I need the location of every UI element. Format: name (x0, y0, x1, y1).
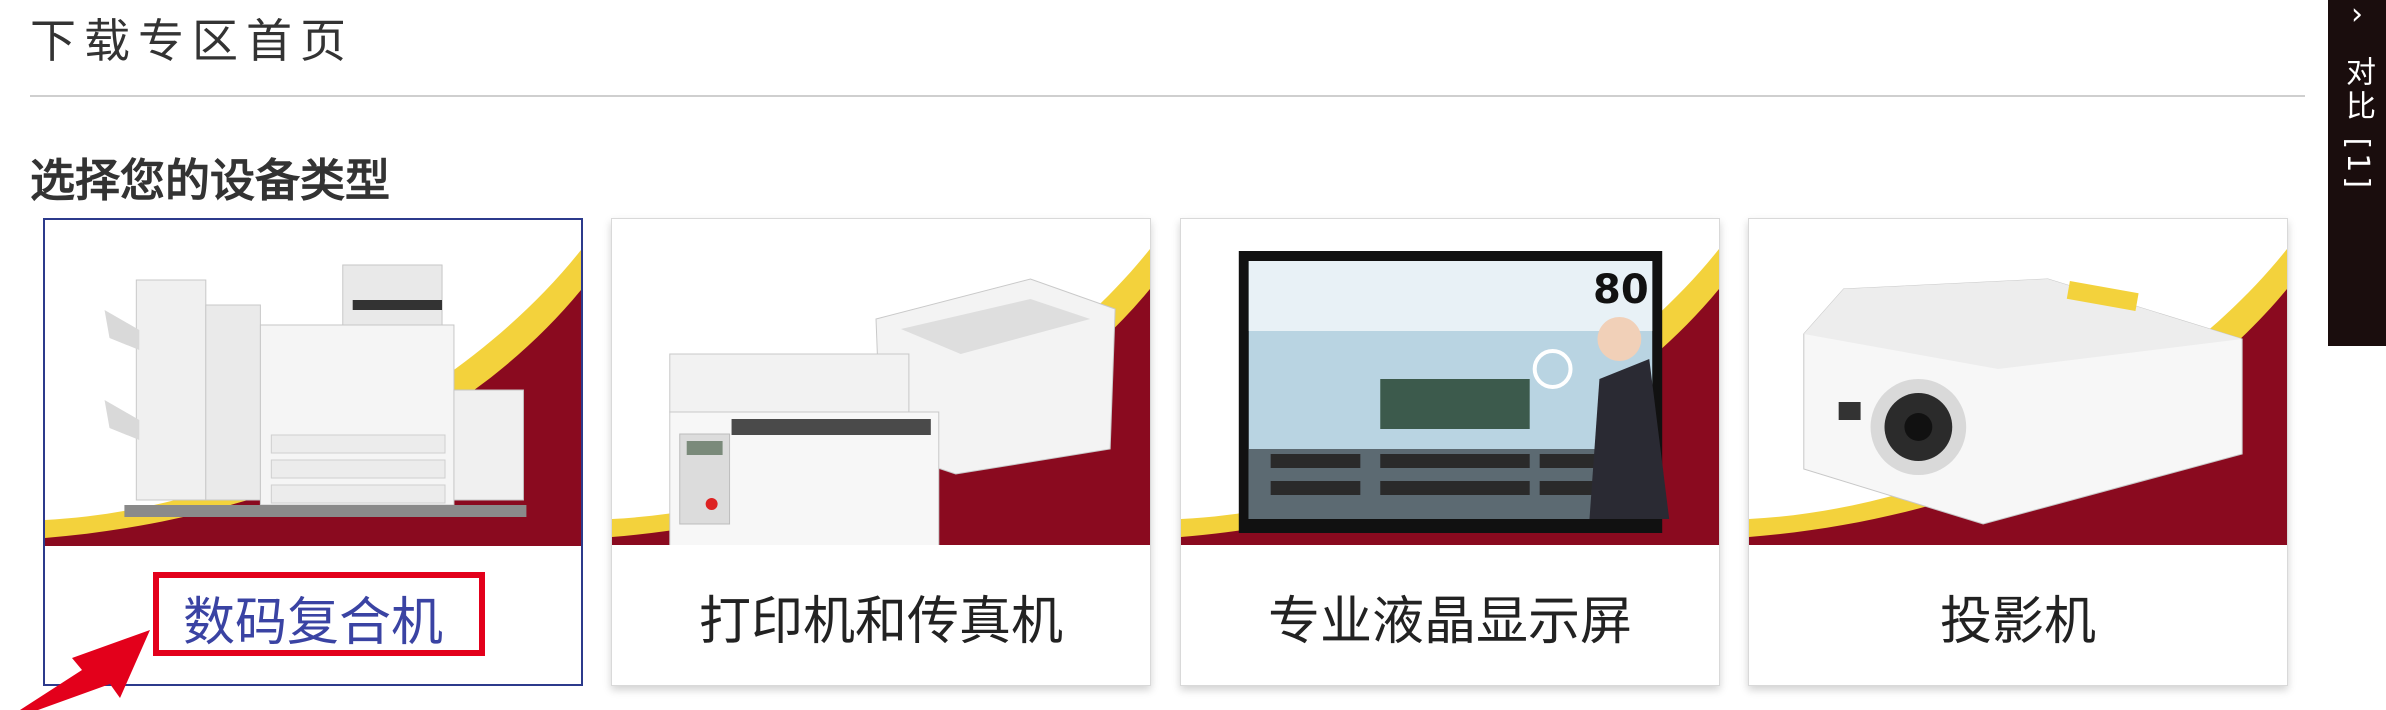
projector-image (1749, 219, 2287, 545)
page-title: 下载专区首页 (30, 14, 354, 68)
device-label-printer-fax: 打印机和传真机 (698, 591, 1063, 652)
section-heading: 选择您的设备类型 (30, 154, 391, 207)
device-card-lcd-display[interactable]: 80 专业液晶显示屏 (1180, 218, 1720, 686)
mfp-image (45, 220, 581, 546)
compare-tab[interactable]: › 对比 [1] (2328, 0, 2386, 346)
annotation-highlight-box (153, 572, 485, 656)
printer-image (612, 219, 1150, 545)
device-card-printer-fax[interactable]: 打印机和传真机 (611, 218, 1151, 686)
divider (30, 95, 2305, 97)
compare-label: 对比 [1] (2340, 56, 2375, 193)
device-label-lcd-display: 专业液晶显示屏 (1267, 591, 1632, 652)
display-image: 80 (1181, 219, 1719, 545)
size-badge: 80 (1593, 267, 1649, 313)
device-card-projector[interactable]: 投影机 (1748, 218, 2288, 686)
chevron-right-icon: › (2351, 0, 2363, 32)
annotation-arrow-icon (20, 630, 150, 710)
device-label-projector: 投影机 (1939, 591, 2096, 652)
